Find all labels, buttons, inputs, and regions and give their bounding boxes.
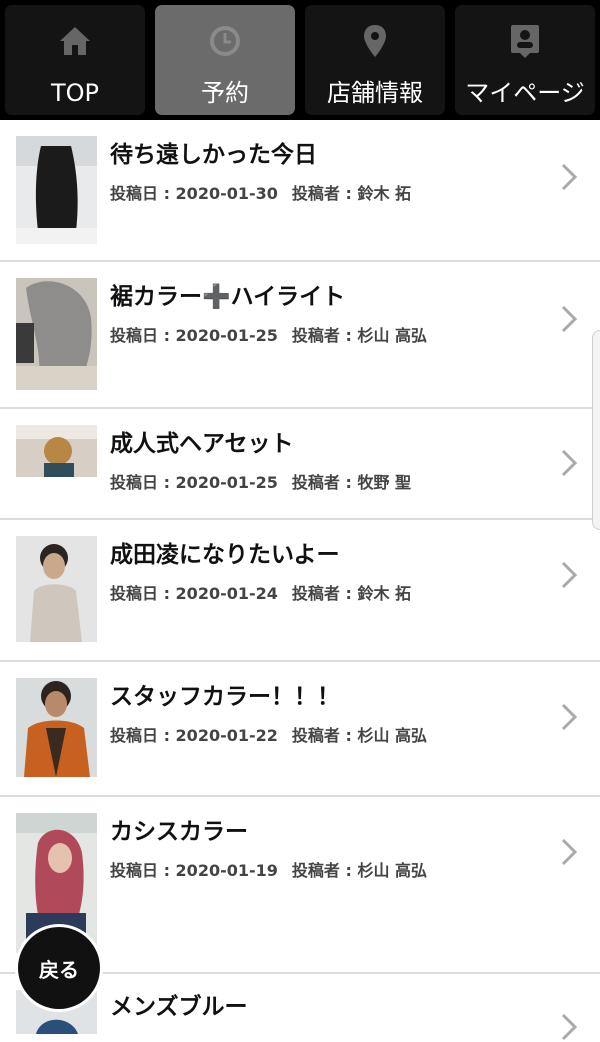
post-author: 杉山 高弘	[357, 861, 428, 880]
date-prefix: 投稿日 :	[110, 726, 176, 745]
post-thumbnail	[16, 536, 97, 642]
post-row[interactable]: 待ち遠しかった今日 投稿日 : 2020-01-30 投稿者 : 鈴木 拓	[0, 120, 600, 262]
post-title: 成人式ヘアセット	[110, 431, 294, 457]
post-author: 鈴木 拓	[357, 184, 412, 203]
author-prefix: 投稿者 :	[291, 326, 358, 345]
date-prefix: 投稿日 :	[110, 861, 176, 880]
post-thumbnail	[16, 678, 97, 777]
post-date: 2020-01-30	[175, 184, 278, 203]
user-badge-icon	[455, 23, 595, 59]
tab-reservation[interactable]: 予約	[155, 5, 295, 115]
post-author: 牧野 聖	[357, 473, 412, 492]
back-button[interactable]: 戻る	[18, 927, 100, 1009]
post-meta: 投稿日 : 2020-01-25 投稿者 : 杉山 高弘	[110, 324, 427, 348]
post-title: メンズブルー	[110, 994, 248, 1020]
post-date: 2020-01-25	[175, 473, 278, 492]
post-title: 裾カラー➕ハイライト	[110, 284, 346, 310]
post-row[interactable]: スタッフカラー！！！ 投稿日 : 2020-01-22 投稿者 : 杉山 高弘	[0, 662, 600, 797]
post-thumbnail	[16, 425, 97, 477]
clock-icon	[155, 23, 295, 59]
post-row[interactable]: 成田凌になりたいよー 投稿日 : 2020-01-24 投稿者 : 鈴木 拓	[0, 520, 600, 662]
post-row[interactable]: 裾カラー➕ハイライト 投稿日 : 2020-01-25 投稿者 : 杉山 高弘	[0, 262, 600, 409]
post-meta: 投稿日 : 2020-01-25 投稿者 : 牧野 聖	[110, 471, 411, 495]
post-date: 2020-01-25	[175, 326, 278, 345]
date-prefix: 投稿日 :	[110, 326, 176, 345]
tab-top[interactable]: TOP	[5, 5, 145, 115]
author-prefix: 投稿者 :	[291, 861, 358, 880]
author-prefix: 投稿者 :	[291, 473, 358, 492]
chevron-right-icon	[561, 561, 578, 589]
tab-mypage[interactable]: マイページ	[455, 5, 595, 115]
post-meta: 投稿日 : 2020-01-30 投稿者 : 鈴木 拓	[110, 182, 411, 206]
post-author: 鈴木 拓	[357, 584, 412, 603]
post-date: 2020-01-19	[175, 861, 278, 880]
top-nav: TOP 予約 店舗情報 マイページ	[0, 0, 600, 120]
post-date: 2020-01-22	[175, 726, 278, 745]
scrollbar[interactable]	[592, 330, 600, 530]
post-thumbnail	[16, 278, 97, 390]
tab-shop-info[interactable]: 店舗情報	[305, 5, 445, 115]
post-title: カシスカラー	[110, 819, 248, 845]
post-author: 杉山 高弘	[357, 726, 428, 745]
tab-top-label: TOP	[50, 79, 100, 107]
date-prefix: 投稿日 :	[110, 473, 176, 492]
date-prefix: 投稿日 :	[110, 184, 176, 203]
post-meta: 投稿日 : 2020-01-24 投稿者 : 鈴木 拓	[110, 582, 411, 606]
post-meta: 投稿日 : 2020-01-19 投稿者 : 杉山 高弘	[110, 859, 427, 883]
tab-mypage-label: マイページ	[465, 79, 585, 107]
tab-shop-info-label: 店舗情報	[327, 79, 423, 107]
chevron-right-icon	[561, 838, 578, 866]
post-title: スタッフカラー！！！	[110, 684, 340, 710]
post-date: 2020-01-24	[175, 584, 278, 603]
author-prefix: 投稿者 :	[291, 584, 358, 603]
post-meta: 投稿日 : 2020-01-22 投稿者 : 杉山 高弘	[110, 724, 427, 748]
tab-reservation-label: 予約	[201, 79, 249, 107]
post-thumbnail	[16, 136, 97, 244]
home-icon	[5, 23, 145, 59]
author-prefix: 投稿者 :	[291, 184, 358, 203]
post-title: 待ち遠しかった今日	[110, 142, 317, 168]
chevron-right-icon	[561, 163, 578, 191]
chevron-right-icon	[561, 703, 578, 731]
date-prefix: 投稿日 :	[110, 584, 176, 603]
post-title: 成田凌になりたいよー	[110, 542, 340, 568]
map-pin-icon	[305, 23, 445, 59]
author-prefix: 投稿者 :	[291, 726, 358, 745]
post-author: 杉山 高弘	[357, 326, 428, 345]
chevron-right-icon	[561, 305, 578, 333]
chevron-right-icon	[561, 449, 578, 477]
chevron-right-icon	[561, 1013, 578, 1041]
post-row[interactable]: 成人式ヘアセット 投稿日 : 2020-01-25 投稿者 : 牧野 聖	[0, 409, 600, 520]
